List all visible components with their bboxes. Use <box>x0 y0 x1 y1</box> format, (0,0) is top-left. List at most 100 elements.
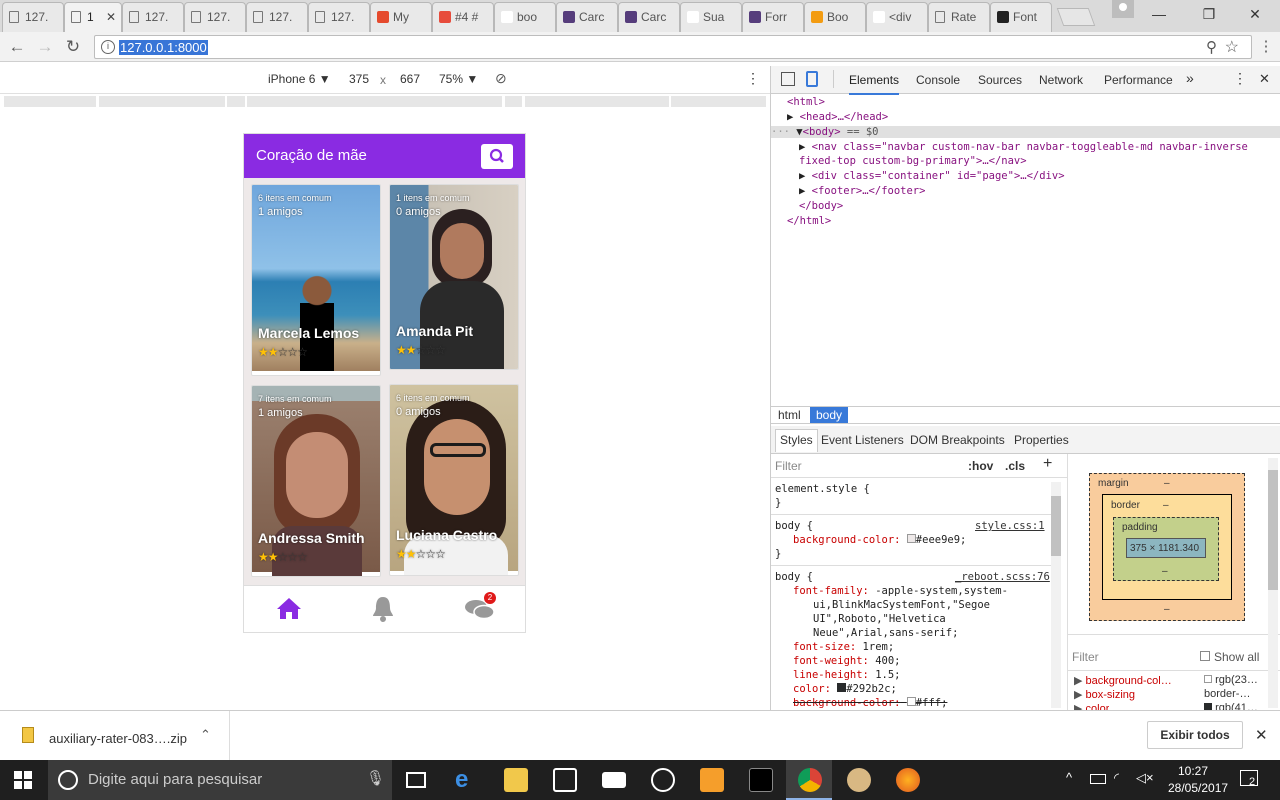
browser-tab[interactable]: Sua <box>680 2 742 32</box>
reload-button[interactable]: ↻ <box>62 36 84 58</box>
star-filled-icon[interactable]: ★ <box>396 343 407 357</box>
star-empty-icon[interactable]: ☆ <box>416 343 427 357</box>
more-tabs-icon[interactable]: » <box>1186 70 1194 86</box>
computed-property[interactable]: ▶ background-col… <box>1074 674 1172 687</box>
crumb-body[interactable]: body <box>810 407 849 423</box>
profile-card[interactable]: 6 itens em comum 1 amigos Marcela Lemos … <box>251 184 381 376</box>
volume-icon[interactable]: ◁× <box>1136 770 1154 786</box>
clock-time[interactable]: 10:27 <box>1178 764 1208 778</box>
star-empty-icon[interactable]: ☆ <box>297 550 308 564</box>
star-empty-icon[interactable]: ☆ <box>287 345 298 359</box>
device-width-input[interactable]: 375 <box>349 72 369 86</box>
style-rule[interactable]: body { <box>775 520 813 532</box>
tab-sources[interactable]: Sources <box>978 73 1022 87</box>
subtab-styles[interactable]: Styles <box>775 429 818 452</box>
tab-elements[interactable]: Elements <box>849 73 900 95</box>
star-empty-icon[interactable]: ☆ <box>435 343 446 357</box>
star-filled-icon[interactable]: ★ <box>258 345 269 359</box>
dom-node[interactable]: <html> <box>787 96 825 108</box>
box-padding[interactable]: padding – 375 × 1181.340 <box>1113 517 1219 581</box>
star-empty-icon[interactable]: ☆ <box>297 345 308 359</box>
style-property[interactable]: font-family: -apple-system,system- <box>793 585 1008 597</box>
device-more-icon[interactable]: ⋮ <box>746 70 760 87</box>
star-empty-icon[interactable]: ☆ <box>435 547 446 561</box>
chevron-up-icon[interactable]: ⌃ <box>200 727 211 743</box>
browser-tab[interactable]: My <box>370 2 432 32</box>
dom-node-selected[interactable]: ··· ▼<body> == $0 <box>771 126 1280 138</box>
style-property-overridden[interactable]: background-color: #fff; <box>793 697 947 709</box>
taskbar-search[interactable]: Digite aqui para pesquisar 🎙 <box>48 760 392 800</box>
star-filled-icon[interactable]: ★ <box>396 547 407 561</box>
show-all-checkbox[interactable]: Show all <box>1200 650 1259 664</box>
browser-tab[interactable]: Boo <box>804 2 866 32</box>
dom-node[interactable]: ▶ <head>…</head> <box>787 111 888 123</box>
box-scrollbar[interactable] <box>1268 458 1278 708</box>
bookmark-star-icon[interactable]: ☆ <box>1225 37 1239 57</box>
forward-button[interactable]: → <box>34 36 56 58</box>
vpn-icon[interactable] <box>651 768 675 792</box>
profile-icon[interactable] <box>1112 0 1134 18</box>
mail-icon[interactable] <box>602 772 626 788</box>
firefox-icon[interactable] <box>896 768 920 792</box>
devtools-close-icon[interactable]: ✕ <box>1259 71 1270 87</box>
profile-card[interactable]: 6 itens em comum 0 amigos Luciana Castro… <box>389 384 519 576</box>
style-rule[interactable]: body { <box>775 571 813 583</box>
crumb-html[interactable]: html <box>778 408 801 422</box>
tab-performance[interactable]: Performance <box>1104 73 1173 87</box>
browser-tab[interactable]: boo <box>494 2 556 32</box>
devtools-menu-icon[interactable]: ⋮ <box>1233 70 1247 87</box>
profile-card[interactable]: 7 itens em comum 1 amigos Andressa Smith… <box>251 385 381 577</box>
star-filled-icon[interactable]: ★ <box>268 345 279 359</box>
dom-node[interactable]: ▶ <div class="container" id="page">…</di… <box>799 170 1065 182</box>
star-empty-icon[interactable]: ☆ <box>416 547 427 561</box>
device-select[interactable]: iPhone 6 ▼ <box>268 72 331 86</box>
wifi-icon[interactable]: ◜ <box>1114 770 1119 786</box>
dom-node[interactable]: </body> <box>799 200 843 212</box>
microphone-icon[interactable]: 🎙 <box>366 769 385 787</box>
subtab-properties[interactable]: Properties <box>1014 433 1069 447</box>
style-source-link[interactable]: _reboot.scss:76 <box>955 571 1050 583</box>
subtab-dom-breakpoints[interactable]: DOM Breakpoints <box>910 433 1005 447</box>
style-property[interactable]: font-size: 1rem; <box>793 641 894 653</box>
box-margin[interactable]: margin – – border – padding – 375 × 1181… <box>1089 473 1245 621</box>
new-tab-button[interactable] <box>1056 8 1096 26</box>
star-empty-icon[interactable]: ☆ <box>287 550 298 564</box>
show-all-downloads-button[interactable]: Exibir todos <box>1147 721 1243 749</box>
file-explorer-icon[interactable] <box>504 768 528 792</box>
star-filled-icon[interactable]: ★ <box>258 550 269 564</box>
menu-icon[interactable]: ⋮ <box>1255 36 1277 58</box>
tray-chevron-icon[interactable]: ^ <box>1066 770 1072 785</box>
rotate-icon[interactable]: ⊘ <box>495 70 507 87</box>
styles-filter-input[interactable]: Filter <box>775 459 802 473</box>
star-empty-icon[interactable]: ☆ <box>425 547 436 561</box>
browser-tab[interactable]: 127. <box>246 2 308 32</box>
cls-button[interactable]: .cls <box>1005 459 1025 473</box>
taskbar-search-input[interactable]: Digite aqui para pesquisar <box>88 771 262 788</box>
star-empty-icon[interactable]: ☆ <box>278 550 289 564</box>
style-rule[interactable]: element.style { <box>775 483 870 495</box>
hov-button[interactable]: :hov <box>968 459 993 473</box>
tab-console[interactable]: Console <box>916 73 960 87</box>
computed-property[interactable]: ▶ box-sizing <box>1074 688 1135 701</box>
add-rule-icon[interactable]: + <box>1043 455 1052 473</box>
browser-tab[interactable]: 127. <box>122 2 184 32</box>
zoom-select[interactable]: 75% ▼ <box>439 72 478 86</box>
browser-tab[interactable]: Font <box>990 2 1052 32</box>
subtab-event-listeners[interactable]: Event Listeners <box>821 433 904 447</box>
profile-card[interactable]: 1 itens em comum 0 amigos Amanda Pit ★★☆… <box>389 184 519 370</box>
box-border[interactable]: border – padding – 375 × 1181.340 <box>1102 494 1232 600</box>
star-filled-icon[interactable]: ★ <box>268 550 279 564</box>
zoom-icon[interactable]: ⚲ <box>1206 38 1217 56</box>
back-button[interactable]: ← <box>6 36 28 58</box>
bell-icon[interactable] <box>370 595 396 623</box>
styles-scrollbar[interactable] <box>1051 482 1061 708</box>
star-filled-icon[interactable]: ★ <box>406 343 417 357</box>
box-content[interactable]: 375 × 1181.340 <box>1126 538 1206 558</box>
paint-icon[interactable] <box>847 768 871 792</box>
maximize-button[interactable]: ❐ <box>1186 0 1232 30</box>
browser-tab[interactable]: Carc <box>556 2 618 32</box>
star-empty-icon[interactable]: ☆ <box>278 345 289 359</box>
browser-tab[interactable]: Rate <box>928 2 990 32</box>
battery-icon[interactable] <box>1090 774 1106 784</box>
close-window-button[interactable]: ✕ <box>1232 0 1278 30</box>
